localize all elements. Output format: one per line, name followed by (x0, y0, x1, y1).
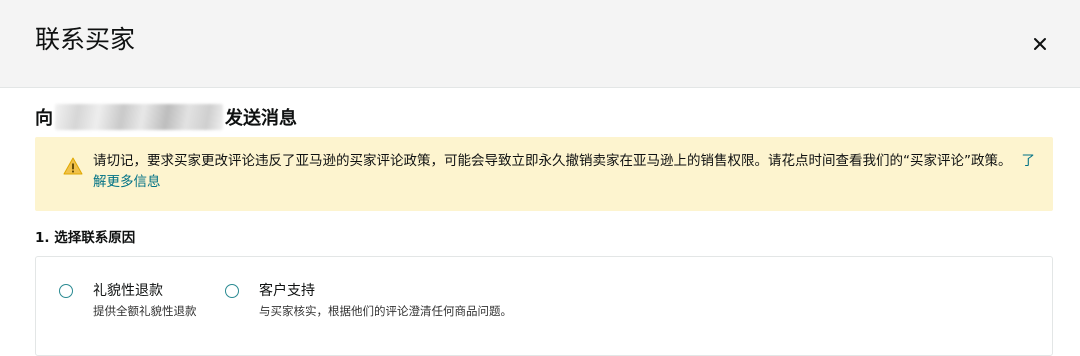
send-suffix: 发送消息 (225, 108, 297, 129)
option-label: 客户支持 (259, 283, 315, 299)
reason-options-group: 礼貌性退款 提供全额礼貌性退款 客户支持 与买家核实，根据他们的评论澄清任何商品… (35, 256, 1053, 356)
option-description: 提供全额礼貌性退款 (93, 304, 197, 318)
close-icon (1034, 38, 1046, 50)
close-button[interactable] (1026, 30, 1054, 58)
option-description: 与买家核实，根据他们的评论澄清任何商品问题。 (259, 304, 512, 318)
warning-icon (63, 157, 83, 175)
dialog-header: 联系买家 (0, 0, 1080, 88)
radio-courtesy-refund[interactable] (59, 284, 73, 298)
policy-warning-alert: 请切记，要求买家更改评论违反了亚马逊的买家评论政策，可能会导致立即永久撤销卖家在… (35, 137, 1053, 211)
send-prefix: 向 (35, 108, 53, 129)
radio-customer-support[interactable] (225, 284, 239, 298)
alert-text: 请切记，要求买家更改评论违反了亚马逊的买家评论政策，可能会导致立即永久撤销卖家在… (93, 153, 1012, 169)
option-label: 礼貌性退款 (93, 283, 163, 299)
blurred-buyer-name (55, 104, 223, 130)
send-message-heading: 向 发送消息 (35, 102, 297, 132)
dialog-title: 联系买家 (35, 25, 136, 54)
reason-section-title: 1. 选择联系原因 (35, 230, 136, 246)
alert-message: 请切记，要求买家更改评论违反了亚马逊的买家评论政策，可能会导致立即永久撤销卖家在… (93, 151, 1043, 193)
